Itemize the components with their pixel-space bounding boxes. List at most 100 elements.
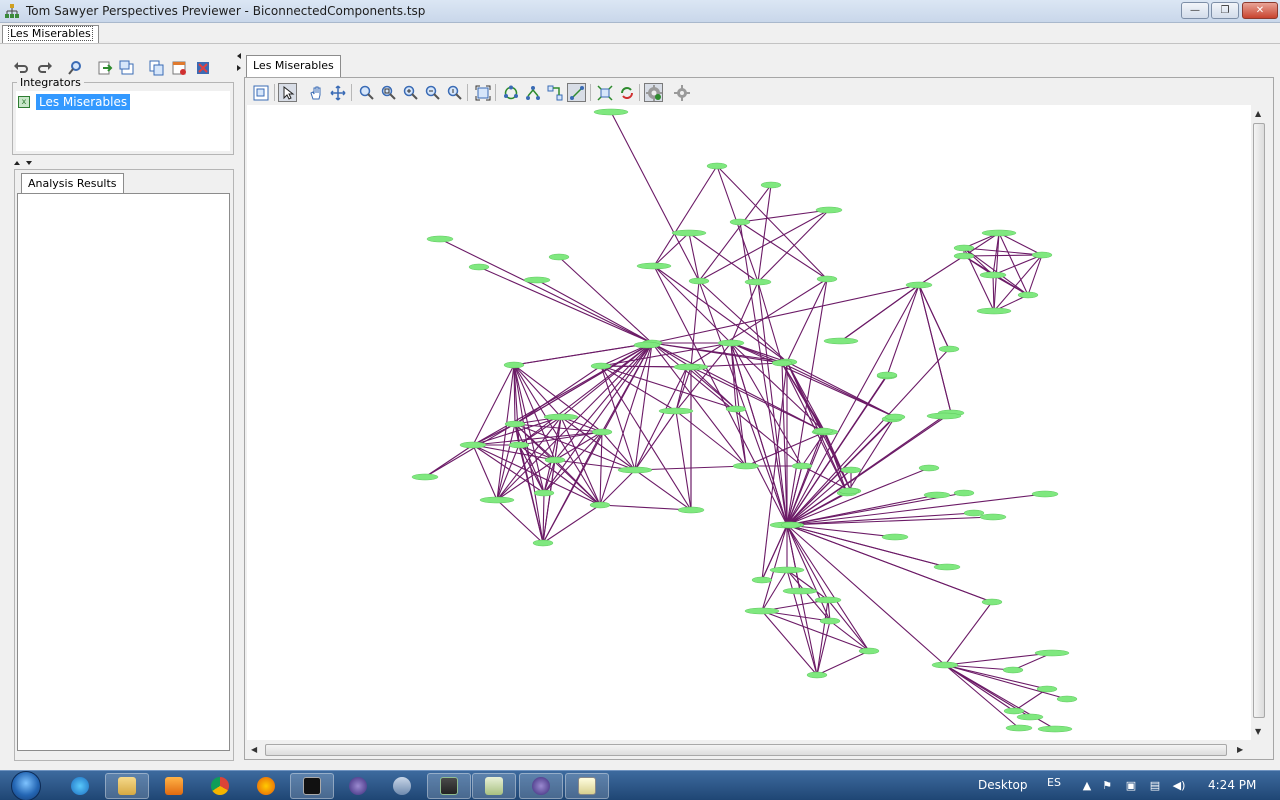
graph-edge[interactable]: [786, 569, 829, 601]
graph-node[interactable]: [926, 412, 962, 420]
graph-edge[interactable]: [688, 232, 700, 282]
graph-edge[interactable]: [829, 620, 870, 652]
graph-edge[interactable]: [610, 111, 700, 282]
graph-node[interactable]: [508, 441, 530, 449]
incremental-layout-icon[interactable]: [595, 83, 614, 102]
graph-node[interactable]: [815, 206, 843, 214]
scroll-left-icon[interactable]: ◀: [251, 745, 257, 754]
graph-node[interactable]: [791, 462, 813, 470]
zoom-out-icon[interactable]: [423, 83, 442, 102]
eclipse-icon[interactable]: [336, 773, 380, 799]
move-tool-icon[interactable]: [328, 83, 347, 102]
start-button[interactable]: [4, 771, 46, 800]
graph-edge[interactable]: [675, 410, 692, 511]
graph-node[interactable]: [543, 413, 579, 421]
integrator-item-les-miserables[interactable]: x Les Miserables: [18, 94, 131, 110]
graph-node[interactable]: [963, 509, 985, 517]
graph-node[interactable]: [838, 487, 860, 495]
graph-canvas[interactable]: [247, 105, 1251, 740]
graph-edge[interactable]: [918, 255, 965, 286]
graph-node[interactable]: [905, 281, 933, 289]
graph-node[interactable]: [617, 466, 653, 474]
graph-node[interactable]: [658, 407, 694, 415]
graph-edge[interactable]: [599, 504, 692, 511]
graph-edge[interactable]: [963, 254, 1043, 257]
graph-edge[interactable]: [513, 342, 653, 366]
graph-node[interactable]: [881, 533, 909, 541]
settings-gear-icon[interactable]: [672, 83, 691, 102]
horizontal-splitter[interactable]: [12, 160, 234, 166]
graph-edge[interactable]: [518, 342, 653, 446]
eclipse-workspace-icon[interactable]: [519, 773, 563, 799]
graph-node[interactable]: [633, 341, 661, 349]
terminal-app-icon[interactable]: [427, 773, 471, 799]
file-explorer-icon[interactable]: [105, 773, 149, 799]
graph-node[interactable]: [544, 456, 566, 464]
settings-app-icon[interactable]: [380, 773, 424, 799]
export-icon[interactable]: [118, 59, 136, 77]
zoom-region-icon[interactable]: [379, 83, 398, 102]
graph-node[interactable]: [876, 371, 898, 379]
graph-node[interactable]: [744, 278, 772, 286]
graph-edge[interactable]: [1013, 688, 1048, 712]
graph-node[interactable]: [671, 229, 707, 237]
graph-node[interactable]: [503, 361, 525, 369]
graph-node[interactable]: [523, 276, 551, 284]
graph-node[interactable]: [459, 441, 487, 449]
graph-node[interactable]: [1056, 695, 1078, 703]
graph-edge[interactable]: [698, 280, 788, 363]
graph-node[interactable]: [1005, 724, 1033, 732]
graph-edge[interactable]: [698, 209, 830, 282]
clock[interactable]: 4:24 PM: [1208, 778, 1256, 792]
graph-node[interactable]: [780, 521, 802, 529]
vertical-splitter[interactable]: [236, 51, 242, 761]
graph-node[interactable]: [840, 466, 862, 474]
graph-node[interactable]: [806, 671, 828, 679]
graph-edge[interactable]: [739, 221, 828, 280]
graph-edge[interactable]: [542, 504, 601, 544]
graph-edge[interactable]: [554, 459, 601, 506]
graph-node[interactable]: [981, 229, 1017, 237]
graph-edge[interactable]: [634, 410, 677, 471]
graph-node[interactable]: [819, 617, 841, 625]
graph-node[interactable]: [411, 473, 439, 481]
graph-node[interactable]: [706, 162, 728, 170]
graph-edge[interactable]: [439, 238, 653, 344]
language-indicator[interactable]: ES: [1047, 776, 1061, 789]
graph-edge[interactable]: [944, 664, 1020, 729]
layout-symmetric-icon[interactable]: [567, 83, 586, 102]
graph-edge[interactable]: [730, 342, 896, 418]
graph-node[interactable]: [953, 244, 975, 252]
graph-edge[interactable]: [757, 209, 830, 283]
graph-node[interactable]: [858, 647, 880, 655]
layout-hierarchical-icon[interactable]: [523, 83, 542, 102]
graph-node[interactable]: [1017, 291, 1039, 299]
graph-node[interactable]: [918, 464, 940, 472]
graph-edge[interactable]: [653, 265, 732, 344]
graph-node[interactable]: [1031, 490, 1059, 498]
graph-edge[interactable]: [600, 365, 677, 412]
graph-node[interactable]: [590, 362, 612, 370]
horizontal-scroll-thumb[interactable]: [265, 744, 1227, 756]
graph-node[interactable]: [732, 462, 760, 470]
graph-edge[interactable]: [634, 366, 688, 471]
graph-edge[interactable]: [918, 284, 950, 350]
graph-node[interactable]: [479, 496, 515, 504]
graph-node[interactable]: [931, 661, 959, 669]
graph-edge[interactable]: [599, 431, 603, 506]
search-icon[interactable]: [66, 59, 84, 77]
command-prompt-icon[interactable]: [290, 773, 334, 799]
device-icon[interactable]: ▣: [1124, 779, 1138, 793]
graph-edge[interactable]: [993, 254, 1043, 312]
graph-node[interactable]: [923, 491, 951, 499]
graph-node[interactable]: [1016, 713, 1044, 721]
graph-node[interactable]: [953, 489, 975, 497]
graph-edge[interactable]: [496, 499, 544, 544]
graph-node[interactable]: [729, 218, 751, 226]
graph-edge[interactable]: [634, 342, 653, 471]
select-tool-icon[interactable]: [278, 83, 297, 102]
graph-edge[interactable]: [698, 280, 788, 526]
layout-circular-icon[interactable]: [501, 83, 520, 102]
graph-edge[interactable]: [992, 274, 995, 312]
copy-icon[interactable]: [148, 59, 166, 77]
